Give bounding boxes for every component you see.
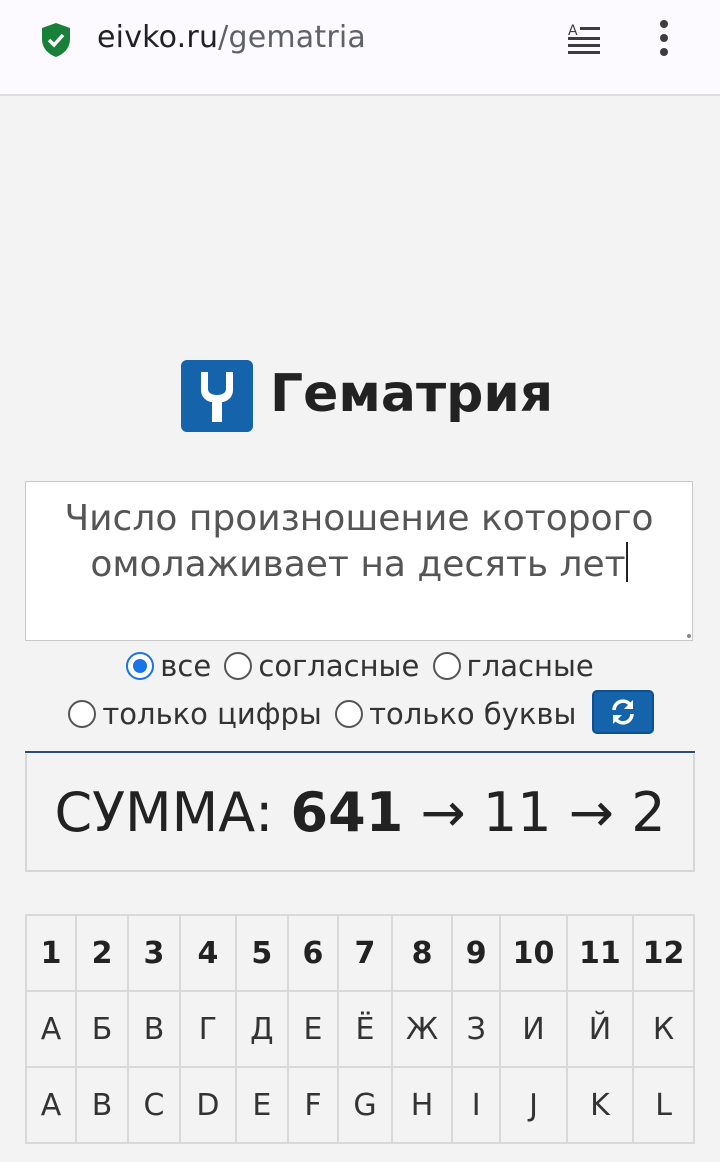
reader-mode-icon[interactable]: A <box>566 22 602 56</box>
url-path: /gematria <box>218 20 367 55</box>
svg-text:A: A <box>568 23 578 39</box>
table-cell: G <box>336 1066 393 1144</box>
more-vert-icon[interactable] <box>652 18 676 58</box>
phrase-input-value: Число произношение которого омолаживает … <box>64 498 654 585</box>
table-cell: 5 <box>234 914 289 992</box>
table-cell: 2 <box>75 914 130 992</box>
table-cell: 6 <box>286 914 339 992</box>
refresh-button[interactable] <box>591 690 654 734</box>
option-vowels[interactable]: гласные <box>432 644 594 688</box>
option-consonants[interactable]: согласные <box>224 644 419 688</box>
table-cell: Й <box>565 990 635 1068</box>
table-cell: F <box>286 1066 339 1144</box>
sum-result: СУММА: 641 → 11 → 2 <box>25 754 695 872</box>
option-letters-only-label: только буквы <box>369 697 577 731</box>
table-cell: Д <box>234 990 289 1068</box>
option-all[interactable]: все <box>126 644 211 688</box>
table-cell: C <box>127 1066 181 1144</box>
table-cell: Б <box>75 990 130 1068</box>
table-cell: 8 <box>390 914 454 992</box>
radio-vowels[interactable] <box>432 652 461 680</box>
reduced-value-2: 2 <box>631 781 666 844</box>
option-all-label: все <box>160 649 212 683</box>
table-row-latin: A B C D E F G H I J K L <box>25 1066 695 1144</box>
table-cell: 7 <box>336 914 393 992</box>
table-cell: К <box>632 990 695 1068</box>
arrow-1: → <box>420 781 466 844</box>
url-domain: eivko.ru <box>97 20 219 55</box>
table-cell: A <box>25 1066 78 1144</box>
text-caret <box>625 542 628 582</box>
table-cell: B <box>75 1066 130 1144</box>
table-cell: 9 <box>451 914 502 992</box>
radio-digits-only[interactable] <box>68 700 97 728</box>
table-cell: 12 <box>632 914 695 992</box>
reduced-value-1: 11 <box>482 781 552 844</box>
table-cell: H <box>390 1066 454 1144</box>
table-cell: Ж <box>390 990 454 1068</box>
sum-label: СУММА: <box>54 781 274 844</box>
table-cell: З <box>451 990 502 1068</box>
table-cell: И <box>499 990 568 1068</box>
sum-value: 641 <box>290 781 404 844</box>
option-digits-only-label: только цифры <box>102 697 322 731</box>
table-cell: J <box>499 1066 568 1144</box>
letter-filter-options: все согласные гласные только цифры тольк… <box>25 644 695 736</box>
table-cell: L <box>632 1066 695 1144</box>
table-cell: Е <box>286 990 339 1068</box>
table-cell: 1 <box>25 914 78 992</box>
alphabet-table-scroll[interactable]: 1 2 3 4 5 6 7 8 9 10 11 12 А Б В Г Д Е Ё… <box>25 914 695 1147</box>
table-cell: 10 <box>499 914 568 992</box>
table-row-numbers: 1 2 3 4 5 6 7 8 9 10 11 12 <box>25 914 695 992</box>
table-cell: А <box>25 990 78 1068</box>
browser-toolbar: eivko.ru/gematria A <box>0 0 720 96</box>
phrase-input[interactable]: Число произношение которого омолаживает … <box>25 481 693 641</box>
table-row-cyrillic: А Б В Г Д Е Ё Ж З И Й К <box>25 990 695 1068</box>
page-title: Гематрия <box>270 364 554 424</box>
tuning-fork-icon[interactable] <box>181 360 253 432</box>
option-consonants-label: согласные <box>258 649 420 683</box>
table-cell: 11 <box>565 914 635 992</box>
table-cell: E <box>234 1066 289 1144</box>
option-letters-only[interactable]: только буквы <box>335 692 576 736</box>
radio-letters-only[interactable] <box>335 700 364 728</box>
refresh-icon <box>611 699 634 725</box>
alphabet-table: 1 2 3 4 5 6 7 8 9 10 11 12 А Б В Г Д Е Ё… <box>25 914 695 1144</box>
table-cell: I <box>451 1066 502 1144</box>
result-divider <box>25 751 695 753</box>
table-cell: K <box>565 1066 635 1144</box>
radio-consonants[interactable] <box>224 652 253 680</box>
table-cell: 4 <box>178 914 237 992</box>
table-cell: Ё <box>336 990 393 1068</box>
option-digits-only[interactable]: только цифры <box>68 692 322 736</box>
resize-handle-icon[interactable] <box>687 634 691 638</box>
table-cell: Г <box>178 990 237 1068</box>
radio-all[interactable] <box>126 652 155 680</box>
option-vowels-label: гласные <box>466 649 594 683</box>
table-cell: D <box>178 1066 237 1144</box>
shield-check-icon[interactable] <box>40 22 72 58</box>
address-bar[interactable]: eivko.ru/gematria <box>97 20 366 55</box>
table-cell: В <box>127 990 181 1068</box>
table-cell: 3 <box>127 914 181 992</box>
arrow-2: → <box>568 781 615 844</box>
